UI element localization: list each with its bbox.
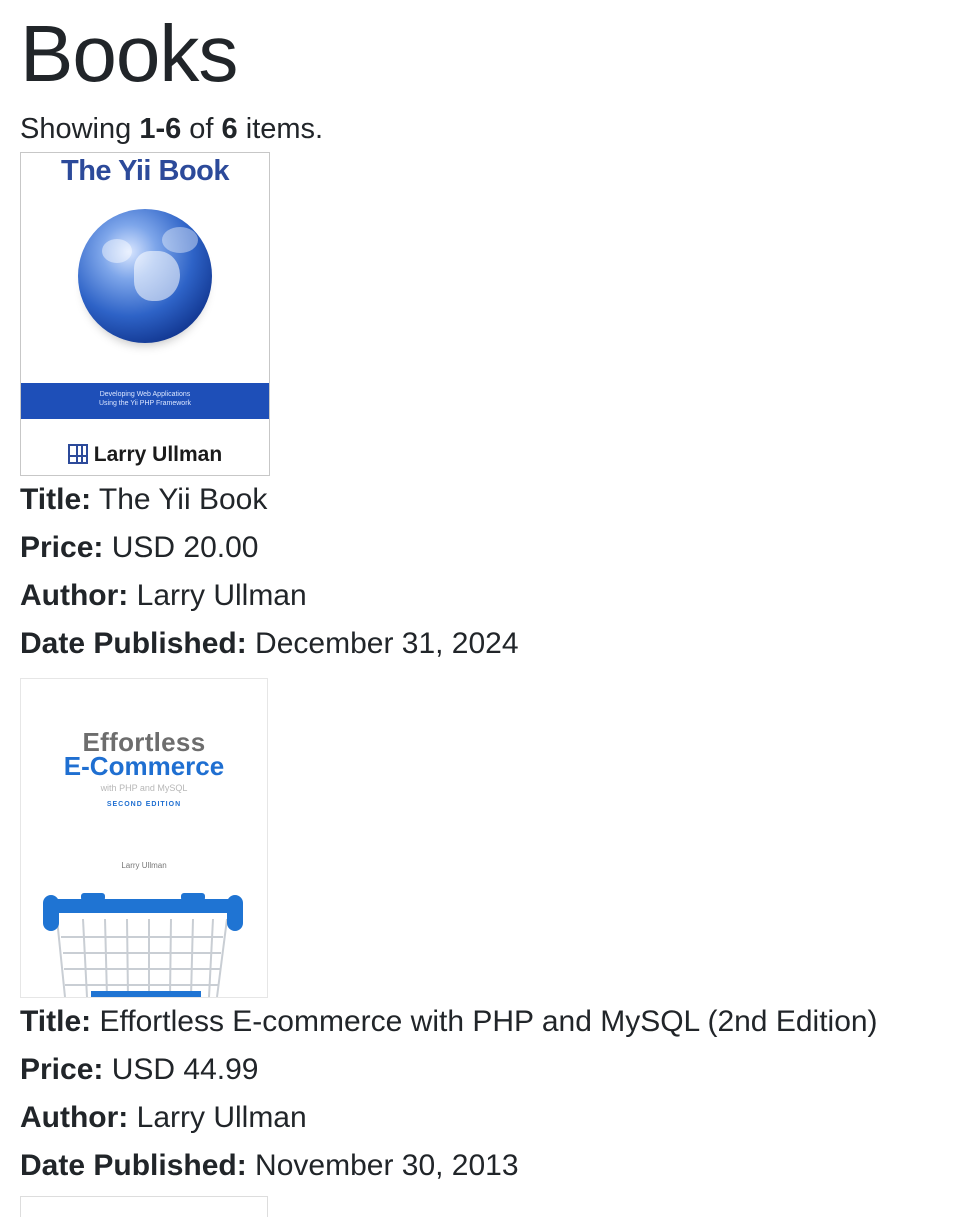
field-label: Date Published: bbox=[20, 1149, 247, 1182]
globe-illustration bbox=[78, 209, 212, 343]
cover-author-name: Larry Ullman bbox=[93, 443, 223, 466]
field-label: Author: bbox=[20, 1101, 129, 1134]
field-value: USD 44.99 bbox=[111, 1053, 259, 1086]
book-item: Effortless E-Commerce with PHP and MySQL… bbox=[20, 678, 964, 1190]
book-date-field: Date Published: November 30, 2013 bbox=[20, 1142, 964, 1190]
cover-title: The Yii Book bbox=[60, 155, 230, 187]
field-label: Title: bbox=[20, 483, 92, 516]
book-item bbox=[20, 1196, 964, 1217]
summary-total: 6 bbox=[221, 113, 238, 145]
field-label: Price: bbox=[20, 531, 104, 564]
field-label: Date Published: bbox=[20, 627, 247, 660]
book-price-field: Price: USD 44.99 bbox=[20, 1046, 964, 1094]
summary-suffix: items. bbox=[237, 113, 324, 145]
book-title-field: Title: Effortless E-commerce with PHP an… bbox=[20, 998, 964, 1046]
summary-prefix: Showing bbox=[20, 113, 140, 145]
page-title: Books bbox=[20, 9, 238, 98]
field-label: Title: bbox=[20, 1005, 92, 1038]
book-author-field: Author: Larry Ullman bbox=[20, 1094, 964, 1142]
cover-author: Larry Ullman bbox=[21, 443, 269, 467]
cover-title-line: E-Commerce bbox=[63, 751, 225, 781]
cover-subtitle-line: Using the Yii PHP Framework bbox=[98, 400, 192, 407]
field-value: The Yii Book bbox=[98, 483, 268, 516]
field-value: USD 20.00 bbox=[111, 531, 259, 564]
book-cover-image: Effortless E-Commerce with PHP and MySQL… bbox=[20, 678, 268, 998]
field-value: Effortless E-commerce with PHP and MySQL… bbox=[99, 1005, 878, 1038]
cover-subtitle-line: Developing Web Applications bbox=[99, 391, 191, 398]
cover-subtitle: with PHP and MySQL bbox=[100, 783, 188, 793]
page: Books Showing 1-6 of 6 items. The Yii Bo… bbox=[0, 0, 964, 1217]
list-summary: Showing 1-6 of 6 items. bbox=[20, 112, 964, 146]
summary-range: 1-6 bbox=[139, 113, 182, 145]
field-value: Larry Ullman bbox=[136, 1101, 307, 1134]
field-label: Author: bbox=[20, 579, 129, 612]
book-item: The Yii Book Developing Web Applications… bbox=[20, 152, 964, 668]
book-date-field: Date Published: December 31, 2024 bbox=[20, 620, 964, 668]
cover-author: Larry Ullman bbox=[121, 861, 167, 870]
field-label: Price: bbox=[20, 1053, 104, 1086]
cover-subtitle-band: Developing Web Applications Using the Yi… bbox=[21, 383, 269, 419]
book-cover-image bbox=[20, 1196, 268, 1217]
field-value: December 31, 2024 bbox=[255, 627, 519, 660]
book-price-field: Price: USD 20.00 bbox=[20, 524, 964, 572]
book-cover-image: The Yii Book Developing Web Applications… bbox=[20, 152, 270, 476]
field-value: Larry Ullman bbox=[136, 579, 307, 612]
book-author-field: Author: Larry Ullman bbox=[20, 572, 964, 620]
book-title-field: Title: The Yii Book bbox=[20, 476, 964, 524]
shopping-cart-illustration bbox=[43, 893, 243, 997]
field-value: November 30, 2013 bbox=[255, 1149, 519, 1182]
summary-middle: of bbox=[181, 113, 222, 145]
publisher-logo-icon bbox=[67, 444, 88, 464]
cover-edition: SECOND EDITION bbox=[106, 801, 182, 808]
